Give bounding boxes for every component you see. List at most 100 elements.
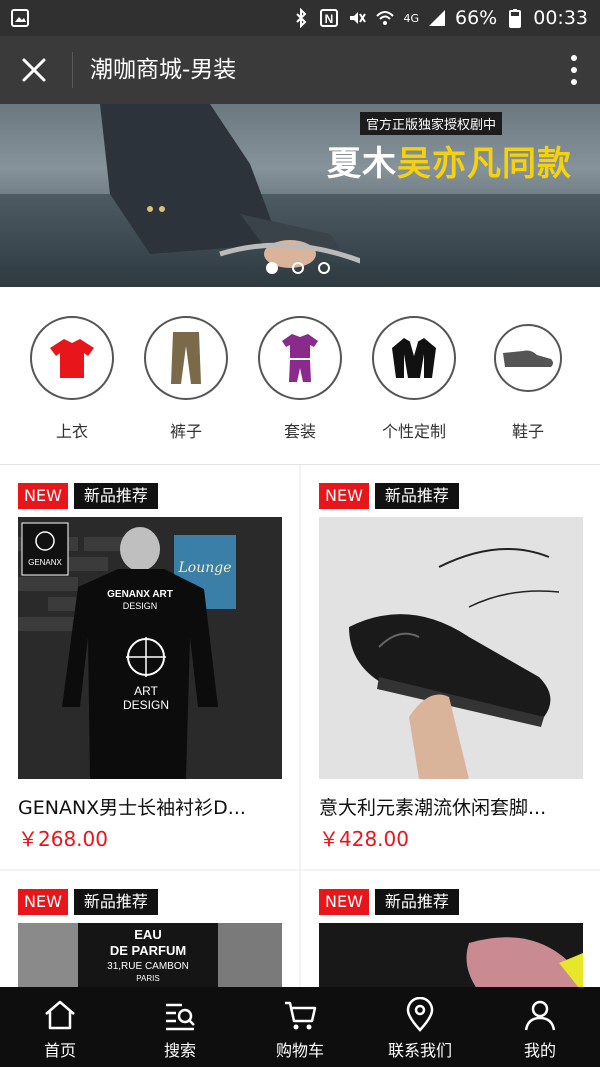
image-icon [11, 9, 29, 27]
category-label: 裤子 [169, 422, 202, 441]
recommend-badge: 新品推荐 [374, 889, 459, 915]
app-header: 潮咖商城-男装 [0, 36, 600, 104]
network-type: 4G [403, 11, 419, 25]
bluetooth-icon [296, 8, 307, 28]
nav-label: 购物车 [275, 1041, 324, 1060]
sequin-shoe-photo [319, 517, 583, 779]
recommend-badge: 新品推荐 [73, 483, 158, 509]
nav-search[interactable]: 搜索 [120, 987, 240, 1067]
nfc-icon: N [320, 9, 339, 27]
product-image: EAU DE PARFUM 31,RUE CAMBON PARIS [18, 923, 282, 987]
product-image [319, 517, 583, 779]
signal-icon [429, 10, 445, 26]
jacket-icon [392, 338, 436, 378]
product-price: ￥428.00 [319, 827, 409, 851]
product-name: GENANX男士长袖衬衫D... [18, 797, 246, 819]
carousel-dot-1[interactable] [266, 262, 278, 274]
product-price: ￥268.00 [18, 827, 108, 851]
banner-cyclist-figure [100, 104, 360, 268]
mute-icon [350, 12, 367, 24]
new-badge: NEW [319, 889, 369, 915]
category-custom[interactable]: 个性定制 [357, 316, 471, 442]
nav-contact[interactable]: 联系我们 [360, 987, 480, 1067]
carousel-dot-2[interactable] [292, 262, 304, 274]
category-pants[interactable]: 裤子 [129, 316, 243, 442]
product-card[interactable]: NEW 新品推荐 意大利元素潮流休闲套脚... ￥428.00 [301, 465, 600, 869]
promo-banner[interactable]: 官方正版独家授权剧中 夏木吴亦凡同款 [0, 104, 600, 287]
pants-icon [171, 332, 201, 384]
shirt-print-art: ART [134, 684, 158, 698]
product-grid: NEW 新品推荐 Lounge GENANX GENANX ART DESIGN [0, 465, 600, 987]
carousel-dot-3[interactable] [318, 262, 330, 274]
status-bar: N 4G 66% 00:33 [0, 0, 600, 36]
product-card[interactable]: NEW 新品推荐 [301, 871, 600, 987]
category-circle [494, 324, 562, 392]
more-vertical-icon[interactable] [570, 54, 578, 86]
category-sets[interactable]: 套装 [243, 316, 357, 442]
shirt-print-top: GENANX ART [107, 589, 173, 600]
svg-text:N: N [325, 12, 334, 26]
shoe-icon [503, 350, 553, 367]
perfume-shirt-photo: EAU DE PARFUM 31,RUE CAMBON PARIS [18, 923, 282, 987]
nav-profile[interactable]: 我的 [480, 987, 600, 1067]
category-bar: 上衣 裤子 套装 个性定制 鞋子 [0, 287, 600, 465]
search-list-icon [166, 1003, 195, 1031]
new-badge: NEW [18, 889, 68, 915]
battery-percent: 66% [455, 7, 498, 29]
clock: 00:33 [533, 7, 588, 29]
category-circle [30, 316, 114, 400]
battery-icon [509, 9, 522, 28]
category-circle [258, 316, 342, 400]
category-circle [372, 316, 456, 400]
product-card[interactable]: NEW 新品推荐 EAU DE PARFUM 31,RUE CAMBON PAR… [0, 871, 299, 987]
lounge-sign-text: Lounge [177, 560, 231, 576]
nav-cart[interactable]: 购物车 [240, 987, 360, 1067]
shirt-print-design-1: DESIGN [123, 601, 158, 611]
product-image [319, 923, 583, 987]
nav-label: 我的 [523, 1041, 556, 1060]
category-tops[interactable]: 上衣 [15, 316, 129, 442]
category-label: 上衣 [55, 422, 88, 441]
shirt-print-design-2: DESIGN [123, 698, 169, 712]
perfume-print-3: 31,RUE CAMBON [107, 961, 189, 972]
perfume-print-4: PARIS [136, 974, 159, 983]
product-name: 意大利元素潮流休闲套脚... [319, 797, 547, 819]
perfume-print-1: EAU [134, 927, 161, 942]
location-pin-icon [406, 997, 434, 1032]
cart-icon [285, 1001, 317, 1030]
product-tags: NEW 新品推荐 [319, 483, 459, 509]
page-title: 潮咖商城-男装 [90, 57, 237, 83]
wifi-icon [376, 11, 395, 25]
user-icon [524, 1000, 556, 1031]
suit-set-icon [282, 334, 318, 382]
banner-caption-prefix: 夏木 [327, 144, 397, 184]
nav-label: 首页 [43, 1041, 76, 1060]
nav-label: 搜索 [163, 1041, 196, 1060]
nav-label: 联系我们 [387, 1041, 452, 1060]
recommend-badge: 新品推荐 [374, 483, 459, 509]
product-card[interactable]: NEW 新品推荐 Lounge GENANX GENANX ART DESIGN [0, 465, 299, 869]
nav-home[interactable]: 首页 [0, 987, 120, 1067]
recommend-badge: 新品推荐 [73, 889, 158, 915]
product-image: Lounge GENANX GENANX ART DESIGN ART DESI… [18, 517, 282, 779]
close-icon[interactable] [18, 54, 50, 86]
product-tags: NEW 新品推荐 [18, 483, 158, 509]
bottom-nav: 首页 搜索 购物车 联系我们 我的 [0, 987, 600, 1067]
colored-shoe-photo [319, 923, 583, 987]
genanx-logo-text: GENANX [28, 558, 62, 567]
banner-caption-big: 夏木吴亦凡同款 [327, 136, 572, 185]
banner-caption-small: 官方正版独家授权剧中 [359, 112, 502, 135]
new-badge: NEW [319, 483, 369, 509]
category-circle [144, 316, 228, 400]
home-icon [45, 1000, 75, 1030]
new-badge: NEW [18, 483, 68, 509]
product-tags: NEW 新品推荐 [319, 889, 459, 915]
genanx-shirt-photo: Lounge GENANX GENANX ART DESIGN ART DESI… [18, 517, 282, 779]
header-divider [72, 52, 73, 88]
category-shoes[interactable]: 鞋子 [471, 316, 585, 442]
category-label: 鞋子 [511, 422, 544, 441]
tshirt-icon [50, 339, 94, 378]
banner-caption-highlight: 吴亦凡同款 [397, 144, 572, 184]
perfume-print-2: DE PARFUM [110, 943, 186, 958]
category-label: 套装 [283, 422, 316, 441]
